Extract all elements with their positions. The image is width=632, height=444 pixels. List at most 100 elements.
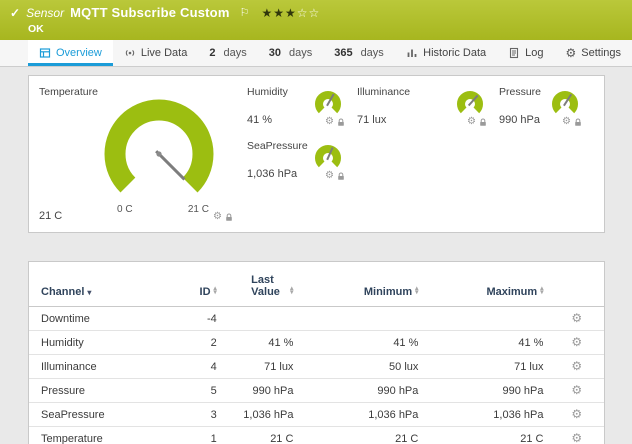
channel-minimum: 41 %: [299, 331, 424, 355]
lock-icon[interactable]: [479, 118, 487, 127]
gauge-cell-illuminance: Illuminance 71 lux ⚙: [357, 86, 493, 138]
channel-id: 2: [176, 331, 223, 355]
channel-name: Temperature: [29, 427, 176, 444]
channel-maximum: [424, 307, 549, 331]
gauge-cell-pressure: Pressure 990 hPa ⚙: [499, 86, 588, 138]
channel-settings-icon[interactable]: ⚙: [571, 311, 582, 325]
gauge-cell-seapressure: SeaPressure 1,036 hPa ⚙: [247, 140, 351, 192]
sort-icon: ▴▾: [214, 287, 217, 296]
gauge-label: Pressure: [499, 86, 541, 98]
channel-last-value: [223, 307, 300, 331]
channel-name: Humidity: [29, 331, 176, 355]
channel-minimum: 21 C: [299, 427, 424, 444]
channel-last-value: 1,036 hPa: [223, 403, 300, 427]
tab-overview[interactable]: Overview: [28, 40, 113, 66]
tab-settings[interactable]: ⚙ Settings: [554, 40, 632, 66]
sort-icon: ▴▾: [540, 287, 543, 296]
column-header-maximum[interactable]: Maximum▴▾: [424, 262, 549, 307]
temperature-gauge: [93, 90, 225, 210]
temperature-bottom-row: 21 C ⚙: [39, 210, 233, 222]
channel-last-value: 71 lux: [223, 355, 300, 379]
column-header-minimum[interactable]: Minimum▴▾: [299, 262, 424, 307]
table-row: Illuminance 4 71 lux 50 lux 71 lux ⚙: [29, 355, 604, 379]
channel-name: Pressure: [29, 379, 176, 403]
gear-icon: ⚙: [565, 47, 576, 59]
gauge-cell-humidity: Humidity 41 % ⚙: [247, 86, 351, 138]
column-header-actions: [549, 262, 604, 307]
gear-icon[interactable]: ⚙: [467, 117, 476, 127]
channel-mini-icons: ⚙: [467, 117, 487, 127]
channel-minimum: 990 hPa: [299, 379, 424, 403]
channel-settings-icon[interactable]: ⚙: [571, 431, 582, 444]
flag-icon[interactable]: ⚐: [240, 6, 250, 19]
tab-bar: Overview Live Data 2days 30days 365days …: [0, 40, 632, 67]
small-gauges-grid: Humidity 41 % ⚙ Illuminance: [247, 76, 604, 232]
channels-table: Channel▾ ID▴▾ Last Value▴▾ Minimum▴▾ Max…: [29, 262, 604, 444]
channel-id: 1: [176, 427, 223, 444]
tab-number: 2: [209, 47, 215, 59]
gear-icon[interactable]: ⚙: [325, 171, 334, 181]
column-header-label: Last Value: [251, 274, 287, 298]
gauge-value: 990 hPa: [499, 114, 540, 126]
channel-settings-icon[interactable]: ⚙: [571, 359, 582, 373]
tab-2-days[interactable]: 2days: [198, 40, 257, 66]
column-header-last-value[interactable]: Last Value▴▾: [223, 262, 300, 307]
live-data-icon: [124, 47, 136, 59]
channel-mini-icons: ⚙: [213, 212, 233, 222]
historic-data-icon: [406, 47, 418, 59]
sensor-header-line1: ✓ Sensor MQTT Subscribe Custom ⚐ ★★★☆☆: [10, 5, 622, 20]
channel-name: SeaPressure: [29, 403, 176, 427]
channel-id: 5: [176, 379, 223, 403]
column-header-label: Maximum: [486, 286, 537, 298]
channel-last-value: 21 C: [223, 427, 300, 444]
channel-id: 4: [176, 355, 223, 379]
channel-mini-icons: ⚙: [562, 117, 582, 127]
gauge-cell-temperature: Temperature 0 C 21 C 21 C ⚙: [29, 76, 247, 232]
channel-maximum: 1,036 hPa: [424, 403, 549, 427]
tab-label: Live Data: [141, 47, 187, 59]
table-row: SeaPressure 3 1,036 hPa 1,036 hPa 1,036 …: [29, 403, 604, 427]
table-row: Humidity 2 41 % 41 % 41 % ⚙: [29, 331, 604, 355]
channel-minimum: 1,036 hPa: [299, 403, 424, 427]
gauges-panel: Temperature 0 C 21 C 21 C ⚙: [28, 75, 605, 233]
gear-icon[interactable]: ⚙: [213, 212, 222, 222]
table-row: Temperature 1 21 C 21 C 21 C ⚙: [29, 427, 604, 444]
lock-icon[interactable]: [337, 172, 345, 181]
channel-settings-icon[interactable]: ⚙: [571, 335, 582, 349]
gear-icon[interactable]: ⚙: [562, 117, 571, 127]
channel-last-value: 41 %: [223, 331, 300, 355]
dropdown-caret-icon: ▾: [87, 288, 91, 297]
channel-settings-icon[interactable]: ⚙: [571, 383, 582, 397]
gauge-label: Illuminance: [357, 86, 410, 98]
prtg-sensor-page: ✓ Sensor MQTT Subscribe Custom ⚐ ★★★☆☆ O…: [0, 0, 632, 444]
tab-historic-data[interactable]: Historic Data: [395, 40, 497, 66]
object-kind-label: Sensor: [26, 6, 64, 20]
column-header-label: ID: [200, 286, 211, 298]
channel-maximum: 990 hPa: [424, 379, 549, 403]
gauge-label: Temperature: [39, 86, 98, 98]
tab-30-days[interactable]: 30days: [258, 40, 324, 66]
sort-icon: ▴▾: [290, 287, 293, 296]
column-header-channel[interactable]: Channel▾: [29, 262, 176, 307]
lock-icon[interactable]: [574, 118, 582, 127]
channel-settings-icon[interactable]: ⚙: [571, 407, 582, 421]
log-icon: [508, 47, 520, 59]
tab-365-days[interactable]: 365days: [323, 40, 395, 66]
priority-stars[interactable]: ★★★☆☆: [261, 6, 320, 20]
tab-log[interactable]: Log: [497, 40, 554, 66]
table-header-row: Channel▾ ID▴▾ Last Value▴▾ Minimum▴▾ Max…: [29, 262, 604, 307]
column-header-id[interactable]: ID▴▾: [176, 262, 223, 307]
lock-icon[interactable]: [225, 213, 233, 222]
gear-icon[interactable]: ⚙: [325, 117, 334, 127]
column-header-label: Minimum: [364, 286, 412, 298]
tab-label: Overview: [56, 47, 102, 59]
channel-name: Illuminance: [29, 355, 176, 379]
tab-live-data[interactable]: Live Data: [113, 40, 198, 66]
gauge-value: 1,036 hPa: [247, 168, 297, 180]
gauge-label: SeaPressure: [247, 140, 308, 152]
channel-mini-icons: ⚙: [325, 171, 345, 181]
channel-minimum: [299, 307, 424, 331]
lock-icon[interactable]: [337, 118, 345, 127]
column-header-label: Channel: [41, 286, 84, 298]
gauge-value: 41 %: [247, 114, 272, 126]
